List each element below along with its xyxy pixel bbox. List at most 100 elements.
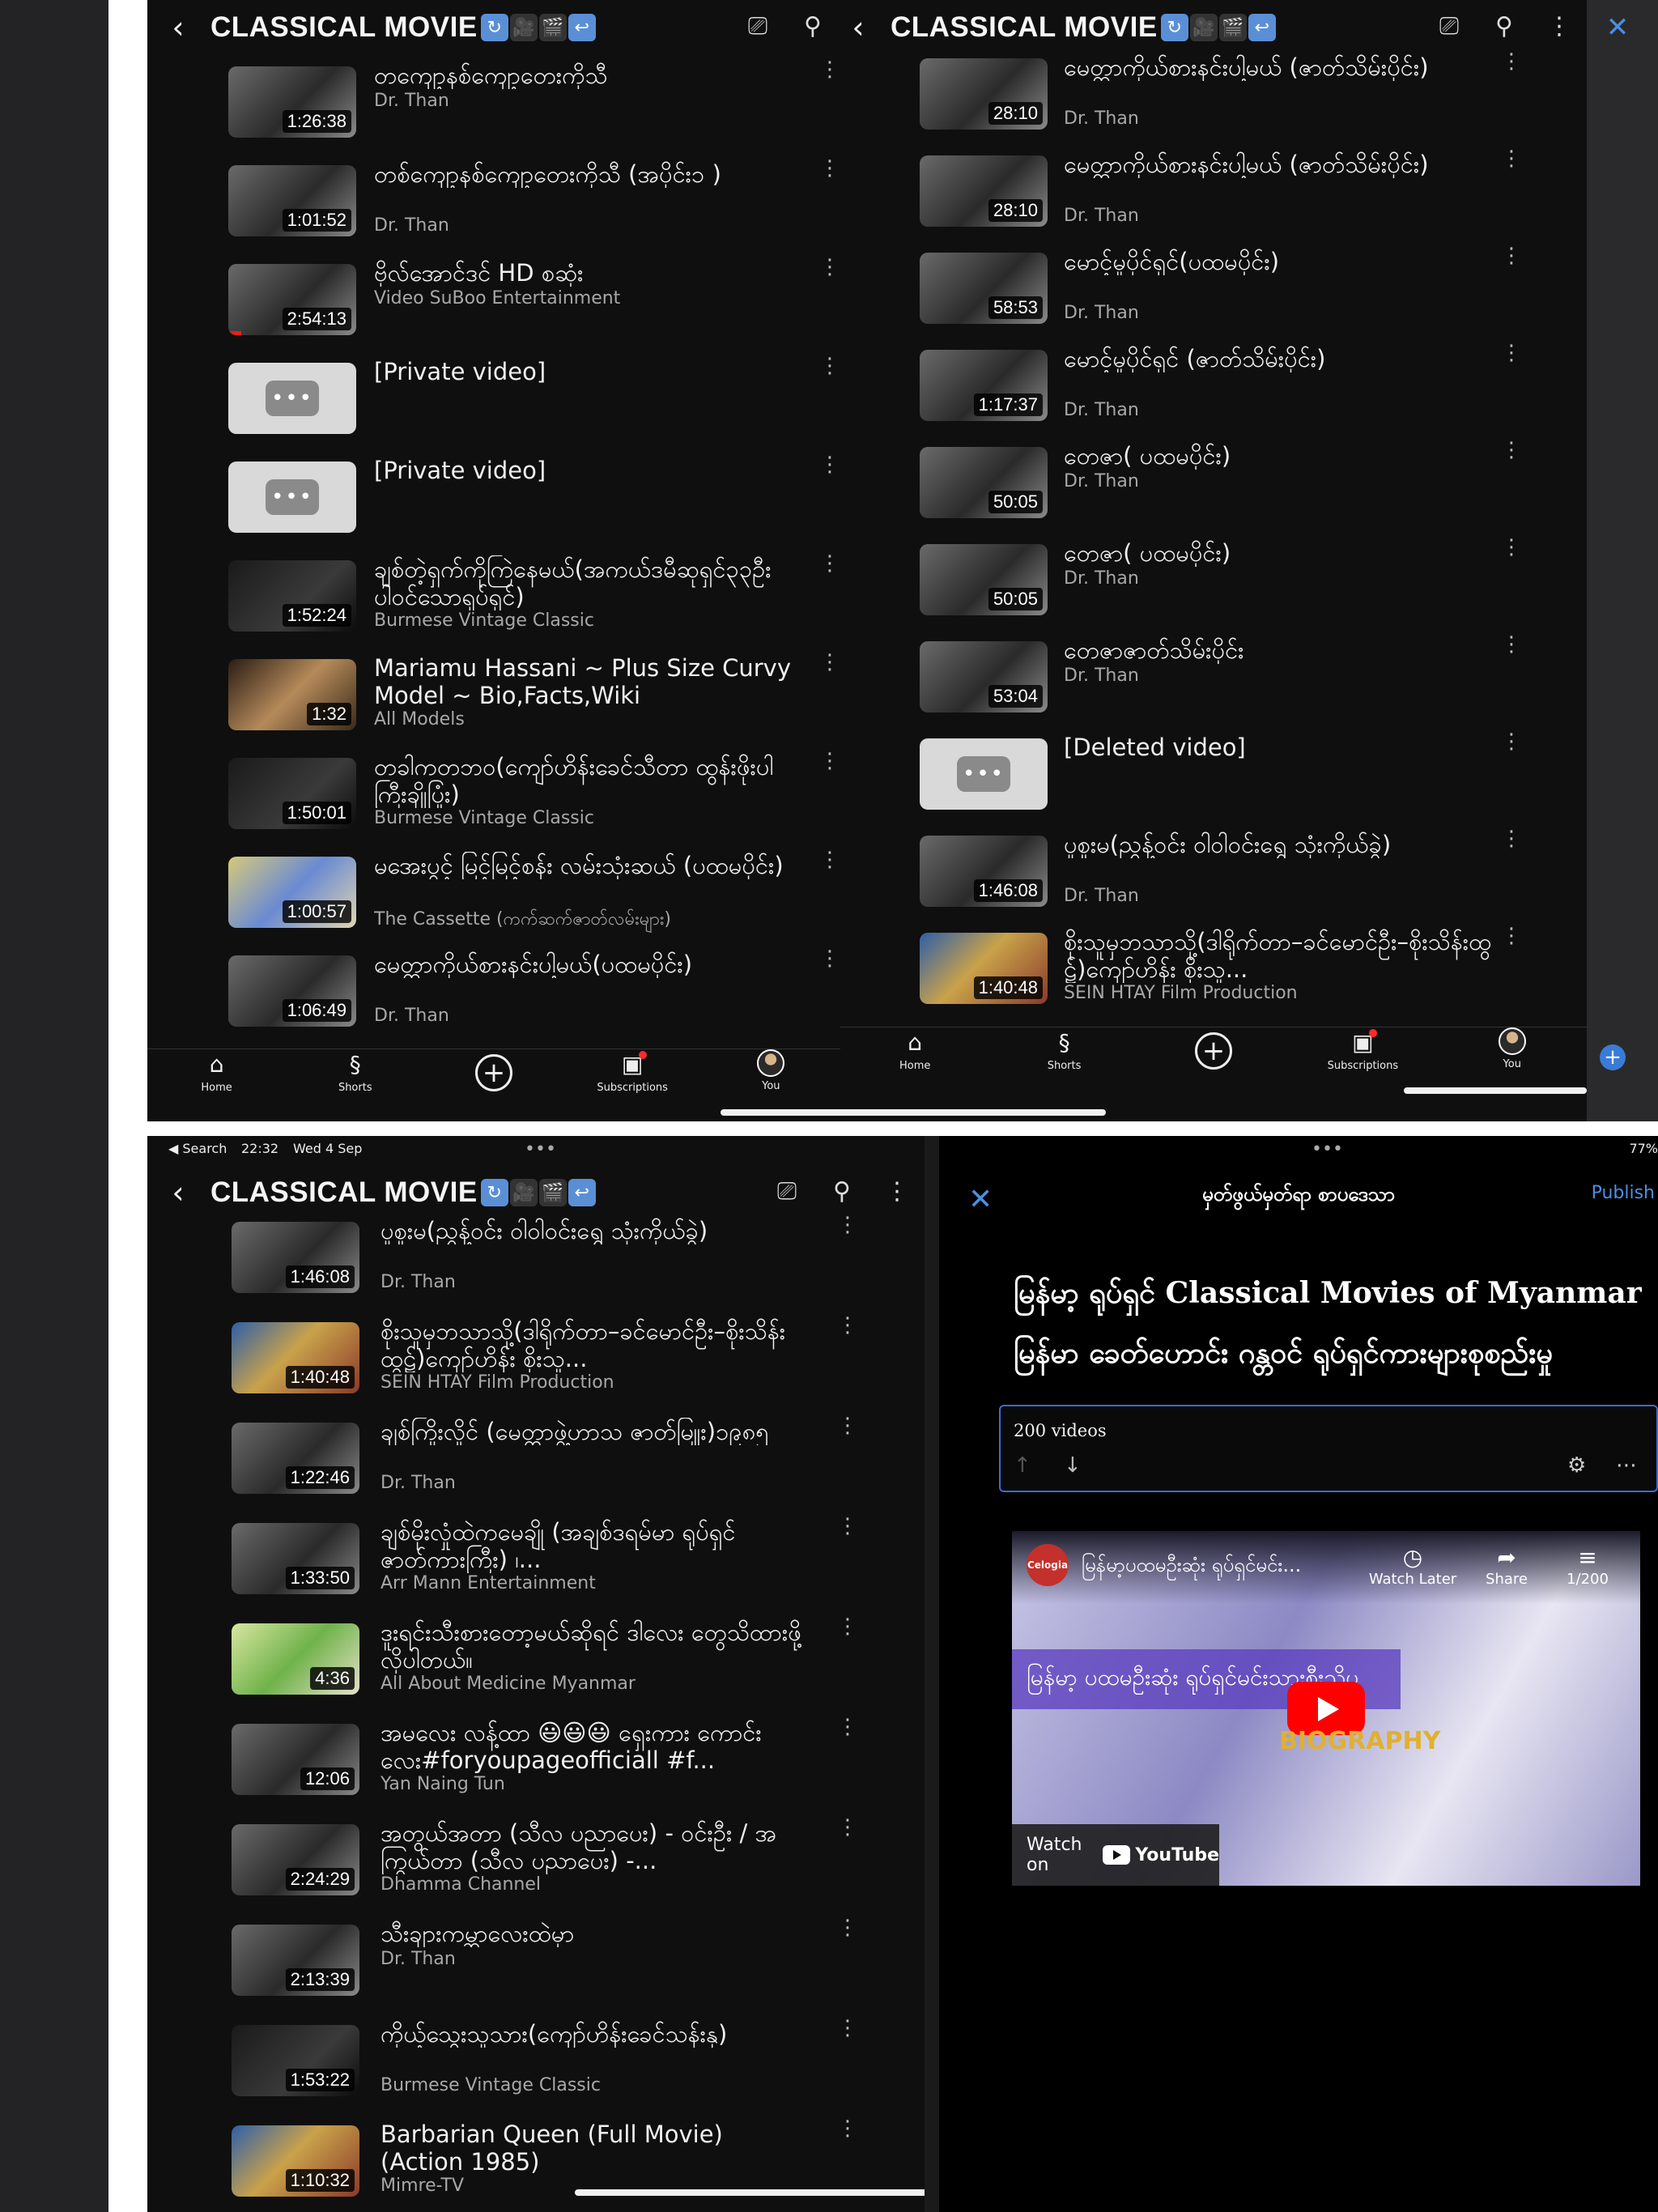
nav-home[interactable]: ⌂ Home (168, 1049, 266, 1095)
post-title-line-2[interactable]: မြန်မာ ခေတ်ဟောင်း ဂန္တဝင် ရုပ်ရှင်ကားမျာ… (1014, 1334, 1553, 1377)
nav-shorts[interactable]: § Shorts (307, 1049, 404, 1095)
video-thumbnail[interactable]: 50:05 (920, 544, 1048, 615)
more-vert-icon[interactable]: ⋮ (837, 1716, 858, 1738)
video-thumbnail[interactable]: 1:52:24 (228, 560, 356, 632)
video-thumbnail[interactable]: 1:22:46 (232, 1423, 359, 1494)
post-title-line-1[interactable]: မြန်မာ့ ရုပ်ရှင် Classical Movies of Mya… (1014, 1274, 1642, 1317)
more-vert-icon[interactable]: ⋮ (819, 553, 840, 574)
more-vert-icon[interactable]: ⋮ (819, 158, 840, 179)
list-item[interactable]: 1:22:46 ချစ်ကြိုးလှိုင် (မေတ္တာဖွဲ့ဟာသ ဇာ… (147, 1415, 925, 1520)
video-thumbnail[interactable]: 1:50:01 (228, 758, 356, 829)
cast-icon[interactable]: ⎚ (771, 1175, 803, 1207)
channel-name[interactable]: Dr. Than (380, 1949, 801, 1969)
list-item[interactable]: 50:05 တေဇာ( ပထမပိုင်း) Dr. Than ⋮ (840, 537, 1587, 641)
nav-subscriptions[interactable]: ▣ Subscriptions (1314, 1027, 1411, 1073)
move-down-icon[interactable]: ↓ (1064, 1453, 1082, 1478)
video-thumbnail[interactable]: 1:32 (228, 659, 356, 730)
channel-name[interactable]: Arr Mann Entertainment (380, 1573, 801, 1593)
channel-name[interactable]: Dr. Than (1064, 400, 1493, 420)
more-vert-icon[interactable]: ⋮ (1501, 537, 1522, 558)
list-item[interactable]: 1:46:08 ပူစူးမ(ညွှန့်ဝင်း ဝါဝါဝင်းရွှေ သု… (840, 828, 1587, 933)
video-title[interactable]: Mariamu Hassani ~ Plus Size Curvy Model … (374, 654, 795, 709)
list-item[interactable]: 2:54:13 ဗိုလ်အောင်ဒင် HD စဆုံး Video SuBoo… (147, 257, 840, 361)
list-item[interactable]: 58:53 မောင့်မှုပိုင်ရှင်(ပထမပိုင်း) Dr. Th… (840, 245, 1587, 350)
watch-later-button[interactable]: ◷ Watch Later (1368, 1544, 1457, 1588)
more-vert-icon[interactable]: ⋮ (837, 1415, 858, 1436)
channel-name[interactable]: SEIN HTAY Film Production (380, 1372, 801, 1393)
video-title[interactable]: မေတ္တာကိုယ်စားနင်းပါ့မယ် (ဇာတ်သိမ်းပိုင်… (1064, 53, 1493, 81)
video-title[interactable]: မေတ္တာကိုယ်စားနင်းပါ့မယ် (ဇာတ်သိမ်းပိုင်… (1064, 151, 1493, 178)
channel-name[interactable]: Dr. Than (380, 1272, 801, 1292)
video-thumbnail[interactable]: 28:10 (920, 155, 1048, 227)
video-title[interactable]: တေဇာ( ပထမပိုင်း) (1064, 539, 1493, 567)
nav-create[interactable]: + (445, 1049, 542, 1091)
video-title[interactable]: ပူစူးမ(ညွှန့်ဝင်း ဝါဝါဝင်းရွှေ သုံးကိုယ်… (380, 1217, 801, 1244)
settings-gear-icon[interactable]: ⚙ (1567, 1453, 1586, 1478)
more-vert-icon[interactable]: ⋮ (1501, 342, 1522, 364)
list-item[interactable]: 1:33:50 ချစ်မိုးလှုံထဲကမေချို (အချစ်ဒရမ်မ… (147, 1516, 925, 1620)
channel-name[interactable]: Dr. Than (1064, 471, 1493, 491)
list-item[interactable]: 1:32 Mariamu Hassani ~ Plus Size Curvy Mo… (147, 652, 840, 756)
video-title[interactable]: တခါကတဘဝ(ကျော်ဟိန်းခေင်သီတာ ထွန်းဖိုးပါကြ… (374, 753, 795, 808)
channel-name[interactable]: Dhamma Channel (380, 1874, 801, 1895)
publish-button[interactable]: Publish (1592, 1183, 1655, 1203)
close-icon[interactable]: ✕ (1600, 10, 1635, 45)
list-item[interactable]: 28:10 မေတ္တာကိုယ်စားနင်းပါ့မယ် (ဇာတ်သိမ်း… (840, 148, 1587, 253)
video-title[interactable]: [Private video] (374, 358, 795, 385)
playlist-embed-block[interactable]: 200 videos ↑ ↓ ⚙ ⋯ (999, 1405, 1658, 1492)
list-item[interactable]: 4:36 ဒူးရင်းသီးစားတော့မယ်ဆိုရင် ဒါလေး တွေ… (147, 1616, 925, 1721)
list-item[interactable]: ••• [Private video] ⋮ (147, 355, 840, 460)
channel-name[interactable]: Video SuBoo Entertainment (374, 288, 795, 308)
back-icon[interactable]: ‹ (160, 1175, 196, 1210)
watch-on-youtube-button[interactable]: Watch on YouTube (1012, 1824, 1219, 1886)
more-vert-icon[interactable]: ⋮ (819, 948, 840, 969)
nav-you[interactable]: You (722, 1049, 819, 1092)
more-vert-icon[interactable]: ⋮ (1501, 440, 1522, 461)
list-item[interactable]: 1:40:48 စိုးသူမှဘသာသို့(ဒါရိုက်တာ–ခင်မောင… (840, 925, 1587, 1030)
video-thumbnail[interactable]: 12:06 (232, 1724, 359, 1795)
video-title[interactable]: ဗိုလ်အောင်ဒင် HD စဆုံး (374, 259, 795, 287)
private-thumbnail[interactable]: ••• (228, 363, 356, 434)
video-title[interactable]: Barbarian Queen (Full Movie)(Action 1985… (380, 2121, 801, 2176)
video-title[interactable]: ကိုယ့်သွေးသူသား(ကျော်ဟိန်းခေင်သန်းနု) (380, 2020, 801, 2048)
channel-name[interactable]: All About Medicine Myanmar (380, 1674, 801, 1694)
channel-name[interactable]: Burmese Vintage Classic (374, 610, 795, 631)
more-vert-icon[interactable]: ⋮ (1501, 148, 1522, 169)
channel-name[interactable]: Yan Naing Tun (380, 1774, 801, 1794)
nav-create[interactable]: + (1165, 1027, 1262, 1070)
video-title[interactable]: အမလေး လန့်ထာ 😃😃😃 ရှေးကား ကောင်းလေး#foryo… (380, 1719, 801, 1774)
list-item[interactable]: 1:46:08 ပူစူးမ(ညွှန့်ဝင်း ဝါဝါဝင်းရွှေ သု… (147, 1214, 925, 1319)
search-icon[interactable]: ⚲ (826, 1175, 858, 1207)
more-vert-icon[interactable]: ⋮ (1501, 925, 1522, 946)
channel-name[interactable]: Dr. Than (374, 215, 795, 236)
more-vert-icon[interactable]: ⋮ (837, 2018, 858, 2039)
more-vert-icon[interactable]: ⋮ (837, 1516, 858, 1537)
channel-name[interactable]: Burmese Vintage Classic (380, 2075, 801, 2095)
channel-name[interactable]: Dr. Than (374, 91, 795, 111)
channel-name[interactable]: Dr. Than (1064, 206, 1493, 226)
more-vert-icon[interactable]: ⋮ (837, 1616, 858, 1637)
more-vert-icon[interactable]: ⋮ (837, 1817, 858, 1838)
channel-name[interactable]: All Models (374, 709, 795, 730)
channel-name[interactable]: SEIN HTAY Film Production (1064, 983, 1493, 1003)
more-vert-icon[interactable]: ⋮ (1501, 634, 1522, 655)
more-vert-icon[interactable]: ⋮ (837, 2118, 858, 2139)
list-item[interactable]: 53:04 တေဇာဇာတ်သိမ်းပိုင်း Dr. Than ⋮ (840, 634, 1587, 738)
video-title[interactable]: တကျော့နစ်ကျော့တေးကိုသီ (374, 62, 795, 89)
nav-shorts[interactable]: § Shorts (1016, 1027, 1113, 1073)
channel-name[interactable]: Dr. Than (374, 1006, 795, 1026)
channel-logo[interactable]: Celogia (1027, 1544, 1069, 1586)
video-title[interactable]: မောင့်မှုပိုင်ရှင်(ပထမပိုင်း) (1064, 248, 1493, 275)
more-vert-icon[interactable]: ⋮ (819, 652, 840, 673)
playlist-button[interactable]: ≡ 1/200 (1543, 1544, 1632, 1588)
list-item[interactable]: 1:50:01 တခါကတဘဝ(ကျော်ဟိန်းခေင်သီတာ ထွန်းဖ… (147, 751, 840, 855)
video-thumbnail[interactable]: 1:01:52 (228, 165, 356, 236)
list-item[interactable]: 1:10:32 Barbarian Queen (Full Movie)(Acti… (147, 2118, 925, 2212)
channel-name[interactable]: Dr. Than (1064, 568, 1493, 589)
video-thumbnail[interactable]: 1:53:22 (232, 2025, 359, 2096)
list-item[interactable]: 1:17:37 မောင့်မှုပိုင်ရှင် (ဇာတ်သိမ်းပိုင… (840, 342, 1587, 447)
more-vert-icon[interactable]: ⋮ (1501, 51, 1522, 72)
more-vert-icon[interactable]: ⋮ (819, 454, 840, 475)
channel-name[interactable]: Dr. Than (380, 1473, 801, 1493)
list-item[interactable]: ••• [Deleted video] ⋮ (840, 731, 1587, 836)
